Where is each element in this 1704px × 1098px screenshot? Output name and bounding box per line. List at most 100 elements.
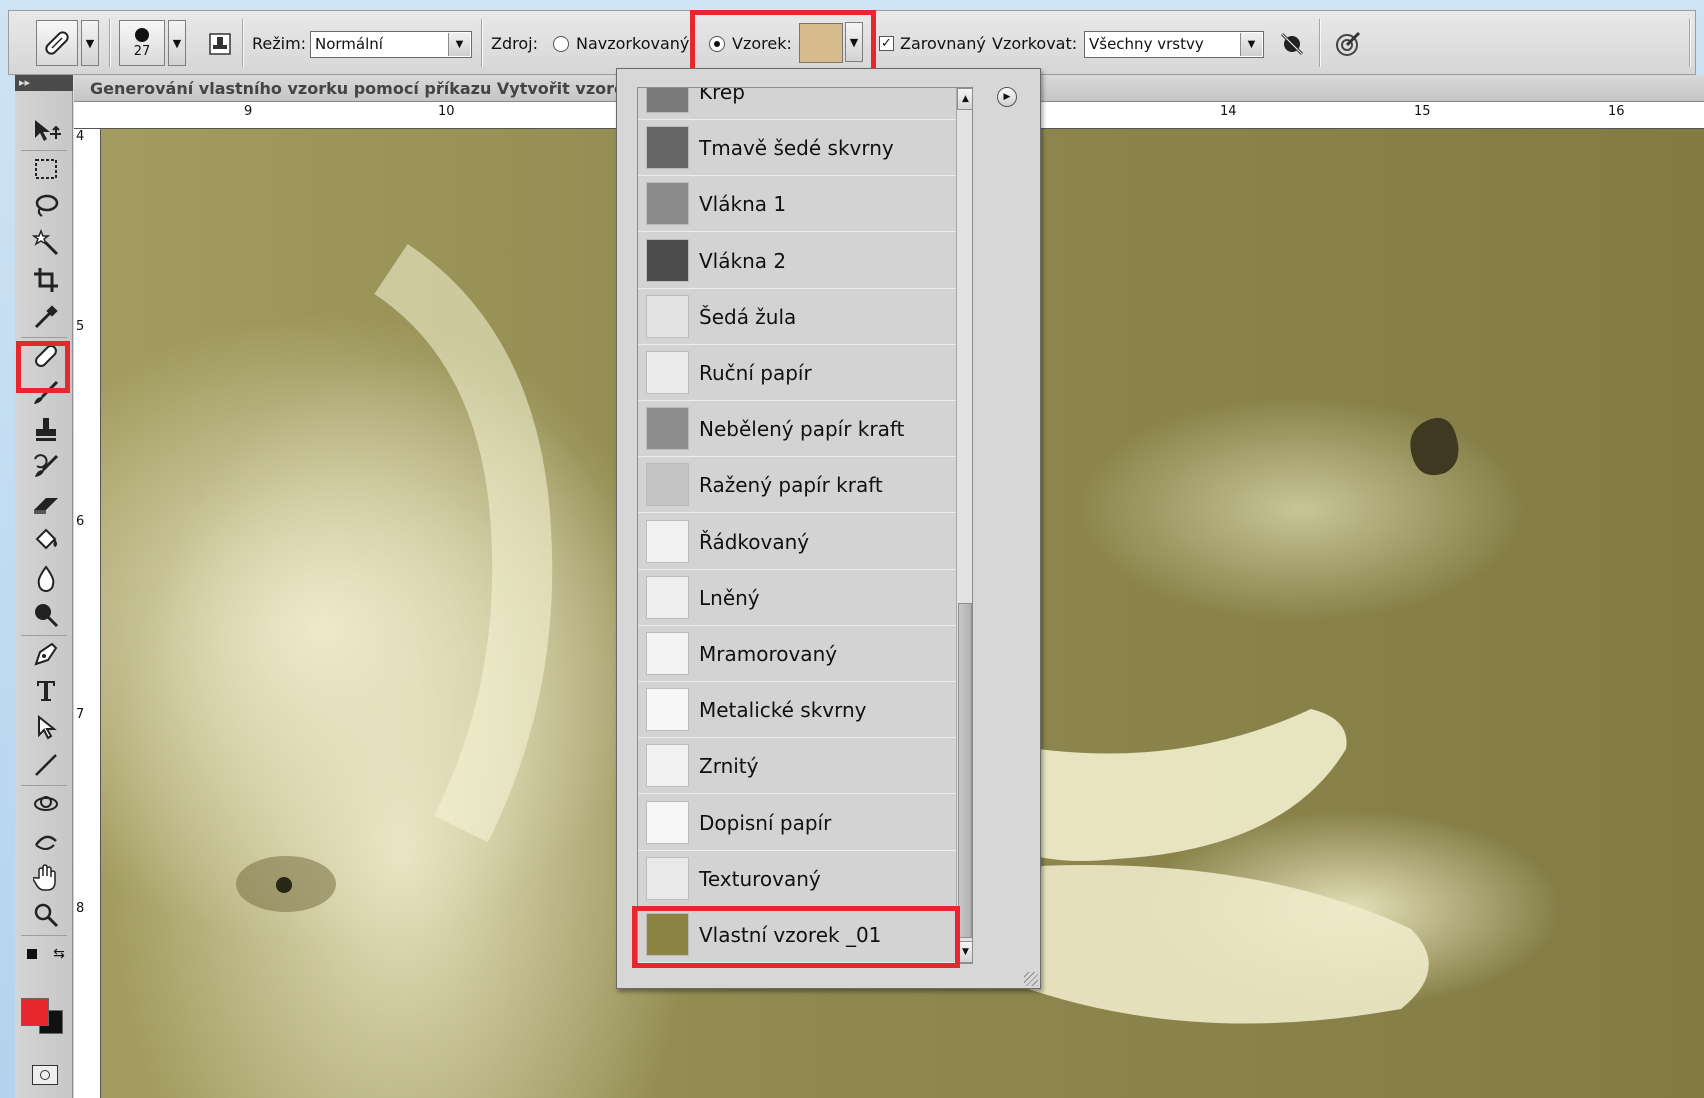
resize-grip[interactable] [1024, 972, 1038, 986]
lasso-tool-icon [35, 194, 59, 217]
dodge-tool[interactable] [29, 599, 63, 631]
tablet-pressure-icon [1336, 31, 1361, 56]
zoom-tool[interactable] [29, 899, 63, 931]
move-tool-icon [35, 120, 61, 141]
mode-label-wrap: Režim: [252, 11, 306, 76]
tool-preset-picker[interactable] [36, 20, 78, 66]
foreground-color-swatch[interactable] [21, 998, 49, 1026]
pattern-label: Dopisní papír [699, 810, 832, 835]
brush-picker[interactable]: 27 [119, 20, 165, 66]
default-swap-colors[interactable]: ⇆ [21, 938, 71, 970]
marquee-tool-icon [35, 159, 57, 179]
document-title: Generování vlastního vzorku pomocí příka… [90, 79, 648, 98]
paint-bucket-tool[interactable] [29, 525, 63, 557]
3d-rotate-tool[interactable] [29, 788, 63, 820]
scroll-up-button[interactable]: ▲ [957, 88, 972, 110]
clone-source-icon [209, 32, 231, 55]
tool-separator [21, 150, 67, 151]
hand-tool[interactable] [29, 862, 63, 894]
chevron-down-icon: ▼ [962, 947, 969, 957]
dodge-tool-icon [35, 604, 59, 628]
pattern-item[interactable]: Ruční papír [638, 345, 956, 401]
pattern-item[interactable]: Tmavě šedé skvrny [638, 120, 956, 177]
tool-separator [21, 935, 67, 936]
eyedropper-tool[interactable] [29, 301, 63, 333]
swap-colors-icon[interactable]: ⇆ [53, 946, 65, 962]
pattern-item[interactable]: Šedá žula [638, 288, 956, 345]
pattern-label: Řádkovaný [699, 529, 810, 554]
quick-mask-button[interactable] [32, 1065, 58, 1085]
pattern-item[interactable]: Nebělený papír kraft [638, 401, 956, 458]
pattern-swatch-thumbnail [646, 407, 689, 451]
pattern-list-scrollbar[interactable]: ▲ ▼ [956, 88, 972, 963]
pattern-item[interactable]: Lněný [638, 569, 956, 626]
checkbox-checked[interactable]: ✓ [879, 36, 894, 51]
blur-tool-icon [37, 565, 55, 592]
pattern-label: Ražený papír kraft [699, 473, 883, 498]
pattern-label: Metalické skvrny [699, 698, 867, 723]
pattern-item[interactable]: Dopisní papír [638, 794, 956, 851]
clone-stamp-tool[interactable] [29, 414, 63, 446]
pattern-item[interactable]: Krep [638, 88, 956, 120]
ignore-adjustment-layers-button[interactable] [1279, 11, 1305, 76]
pen-tool[interactable] [29, 638, 63, 670]
tool-preset-dropdown[interactable]: ▼ [81, 20, 99, 66]
pattern-item[interactable]: Mramorovaný [638, 626, 956, 682]
path-selection-tool[interactable] [29, 712, 63, 744]
pattern-item[interactable]: Řádkovaný [638, 513, 956, 570]
sample-label-wrap: Vzorkovat: [992, 11, 1077, 76]
brush-size: 27 [133, 43, 151, 59]
pattern-label: Zrnitý [699, 754, 759, 779]
pattern-label: Lněný [699, 585, 760, 610]
eraser-tool[interactable] [29, 488, 63, 520]
chevron-up-icon: ▲ [962, 94, 969, 104]
history-brush-tool[interactable] [29, 451, 63, 483]
marquee-tool[interactable] [29, 153, 63, 185]
flyout-menu-icon: ▶ [1003, 92, 1011, 102]
ruler-number: 4 [76, 129, 85, 144]
crop-tool-icon [34, 268, 58, 292]
default-colors-icon[interactable] [27, 949, 38, 959]
line-tool[interactable] [29, 749, 63, 781]
radio-button[interactable] [553, 35, 569, 52]
pattern-picker-menu-button[interactable]: ▶ [997, 87, 1017, 107]
brush-dropdown[interactable]: ▼ [168, 20, 186, 66]
pattern-item[interactable]: Texturovaný [638, 850, 956, 907]
pressure-size-button[interactable] [1333, 11, 1363, 76]
pattern-item[interactable]: Vlákna 2 [638, 232, 956, 289]
pattern-swatch-thumbnail [646, 744, 689, 788]
magic-wand-tool[interactable] [29, 227, 63, 259]
quick-mask-icon [40, 1070, 50, 1080]
pattern-swatch-thumbnail [646, 238, 689, 282]
tools-panel-header[interactable]: ▸▸ [15, 75, 73, 91]
pattern-swatch-thumbnail [646, 800, 689, 844]
mode-select[interactable]: Normální ▼ [310, 31, 472, 58]
aligned-checkbox[interactable]: ✓ Zarovnaný [879, 11, 986, 76]
healing-brush-icon [45, 31, 69, 55]
sample-select[interactable]: Všechny vrstvy ▼ [1084, 31, 1264, 58]
pattern-swatch-thumbnail [646, 856, 689, 900]
crop-tool[interactable] [29, 264, 63, 296]
scrollbar-thumb[interactable] [958, 603, 972, 938]
eyedropper-tool-icon [34, 305, 58, 329]
pattern-label: Nebělený papír kraft [699, 417, 905, 442]
pattern-item[interactable]: Zrnitý [638, 738, 956, 795]
3d-orbit-tool[interactable] [29, 825, 63, 857]
pattern-item[interactable]: Ražený papír kraft [638, 457, 956, 514]
pattern-swatch-thumbnail [646, 632, 689, 675]
move-tool[interactable] [29, 115, 63, 147]
pattern-item[interactable]: Vlákna 1 [638, 176, 956, 233]
pattern-label: Vlákna 1 [699, 192, 787, 217]
clone-source-button[interactable] [207, 11, 233, 76]
pattern-swatch-thumbnail [646, 88, 689, 113]
paint-bucket-tool-icon [35, 528, 57, 550]
tool-separator [21, 337, 67, 338]
lasso-tool[interactable] [29, 190, 63, 222]
pattern-item[interactable]: Metalické skvrny [638, 682, 956, 739]
blur-tool[interactable] [29, 562, 63, 594]
type-tool[interactable] [29, 675, 63, 707]
chevron-down-icon: ▼ [85, 36, 95, 50]
source-sampled-radio[interactable]: Navzorkovaný [553, 11, 689, 76]
pattern-label: Tmavě šedé skvrny [699, 136, 894, 161]
pattern-list[interactable]: Krep Tmavě šedé skvrny Vlákna 1 Vlákna 2 Šed… [637, 87, 973, 964]
